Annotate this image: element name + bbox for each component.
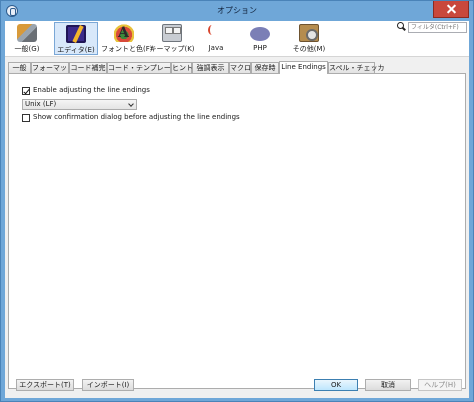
tab-highlighting[interactable]: 強調表示: [192, 62, 229, 73]
cancel-button[interactable]: 取消: [365, 379, 411, 391]
show-confirm-checkbox[interactable]: [22, 114, 30, 122]
window-title: オプション: [217, 6, 257, 15]
keyboard-icon: [162, 24, 182, 42]
title-bar[interactable]: オプション: [1, 1, 473, 21]
export-button[interactable]: エクスポート(T): [16, 379, 74, 391]
category-label: PHP: [253, 44, 267, 52]
tab-macros[interactable]: マクロ: [229, 62, 251, 73]
tab-line-endings[interactable]: Line Endings: [279, 61, 328, 74]
category-label: Java: [208, 44, 224, 52]
wrench-gear-icon: [17, 24, 37, 42]
tab-formatting[interactable]: フォーマット: [31, 62, 74, 73]
category-keymap[interactable]: キーマップ(K): [148, 22, 196, 55]
category-label: フォントと色(F): [101, 45, 153, 53]
font-color-icon: [114, 24, 134, 42]
enable-adjusting-label: Enable adjusting the line endings: [33, 86, 150, 94]
category-other[interactable]: その他(M): [289, 22, 329, 55]
category-label: キーマップ(K): [149, 45, 195, 53]
tab-hints[interactable]: ヒント: [171, 62, 193, 73]
ok-button[interactable]: OK: [314, 379, 358, 391]
category-label: エディタ(E): [57, 46, 95, 54]
filter-search: [397, 22, 467, 33]
php-icon: [250, 27, 270, 41]
misc-gear-icon: [299, 24, 319, 42]
tab-code-templates[interactable]: コード・テンプレート: [107, 62, 178, 73]
tab-code-completion[interactable]: コード補完: [69, 62, 107, 73]
enable-adjusting-checkbox[interactable]: [22, 87, 30, 95]
tab-general[interactable]: 一般: [8, 62, 31, 73]
line-ending-select[interactable]: Unix (LF): [22, 99, 137, 110]
category-toolbar: 一般(G) エディタ(E) フォントと色(F) キーマップ(K) Java PH…: [5, 21, 469, 57]
import-button[interactable]: インポート(I): [82, 379, 134, 391]
editor-pencil-icon: [66, 25, 86, 43]
show-confirm-label: Show confirmation dialog before adjustin…: [33, 113, 240, 121]
line-ending-value: Unix (LF): [25, 100, 57, 108]
filter-input[interactable]: [408, 22, 467, 33]
tab-on-save[interactable]: 保存時: [251, 62, 279, 73]
chevron-down-icon: [128, 101, 134, 107]
category-general[interactable]: 一般(G): [9, 22, 45, 55]
category-label: その他(M): [292, 45, 326, 53]
category-fonts-colors[interactable]: フォントと色(F): [101, 22, 153, 55]
category-editor[interactable]: エディタ(E): [54, 22, 98, 55]
java-icon: [206, 24, 226, 42]
tab-spellchecker[interactable]: スペル・チェッカ: [328, 62, 385, 73]
search-icon: [397, 22, 406, 31]
category-java[interactable]: Java: [201, 22, 231, 55]
dialog-client: 一般(G) エディタ(E) フォントと色(F) キーマップ(K) Java PH…: [5, 21, 469, 398]
help-button[interactable]: ヘルプ(H): [418, 379, 462, 391]
close-button[interactable]: [433, 1, 469, 18]
category-php[interactable]: PHP: [245, 22, 275, 55]
category-label: 一般(G): [14, 45, 40, 53]
options-window: オプション 一般(G) エディタ(E) フォントと色(F) キーマップ(K): [0, 0, 474, 402]
